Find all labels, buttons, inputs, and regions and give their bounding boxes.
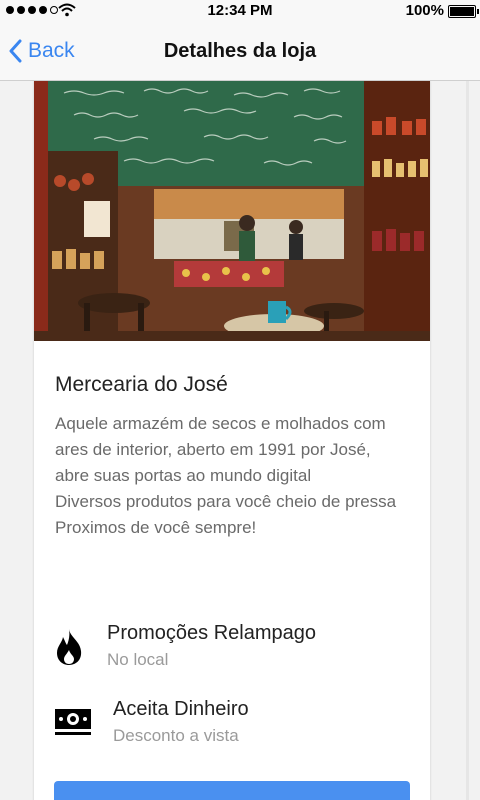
- status-bar: 12:34 PM 100%: [0, 0, 480, 22]
- feature-dinheiro: Aceita Dinheiro Desconto a vista: [34, 698, 430, 752]
- store-photo: [34, 81, 430, 341]
- feature-title: Promoções Relampago: [107, 622, 316, 644]
- battery-icon: [448, 5, 479, 18]
- flame-icon: [57, 629, 82, 665]
- back-label: Back: [28, 39, 75, 62]
- scrollbar[interactable]: [466, 81, 469, 800]
- cash-icon: [55, 709, 91, 735]
- store-details-scroll[interactable]: Mercearia do José Aquele armazém de seco…: [0, 81, 480, 800]
- store-description: Aquele armazém de secos e molhados com a…: [55, 411, 405, 541]
- description-line: Aquele armazém de secos e molhados com a…: [55, 414, 386, 459]
- primary-action-button[interactable]: [54, 781, 410, 800]
- description-line: Proximos de você sempre!: [55, 518, 257, 537]
- feature-subtitle: Desconto a vista: [113, 726, 239, 745]
- chevron-left-icon: [9, 39, 22, 63]
- description-line: abre suas portas ao mundo digital: [55, 466, 312, 485]
- store-card: Mercearia do José Aquele armazém de seco…: [34, 81, 430, 800]
- feature-promocoes: Promoções Relampago No local: [34, 622, 430, 676]
- feature-title: Aceita Dinheiro: [113, 698, 249, 720]
- description-line: Diversos produtos para você cheio de pre…: [55, 492, 397, 511]
- feature-subtitle: No local: [107, 650, 169, 669]
- battery-percent: 100%: [405, 2, 444, 19]
- back-button[interactable]: Back: [8, 22, 75, 80]
- store-name: Mercearia do José: [55, 373, 228, 396]
- navigation-bar: Back Detalhes da loja: [0, 22, 480, 81]
